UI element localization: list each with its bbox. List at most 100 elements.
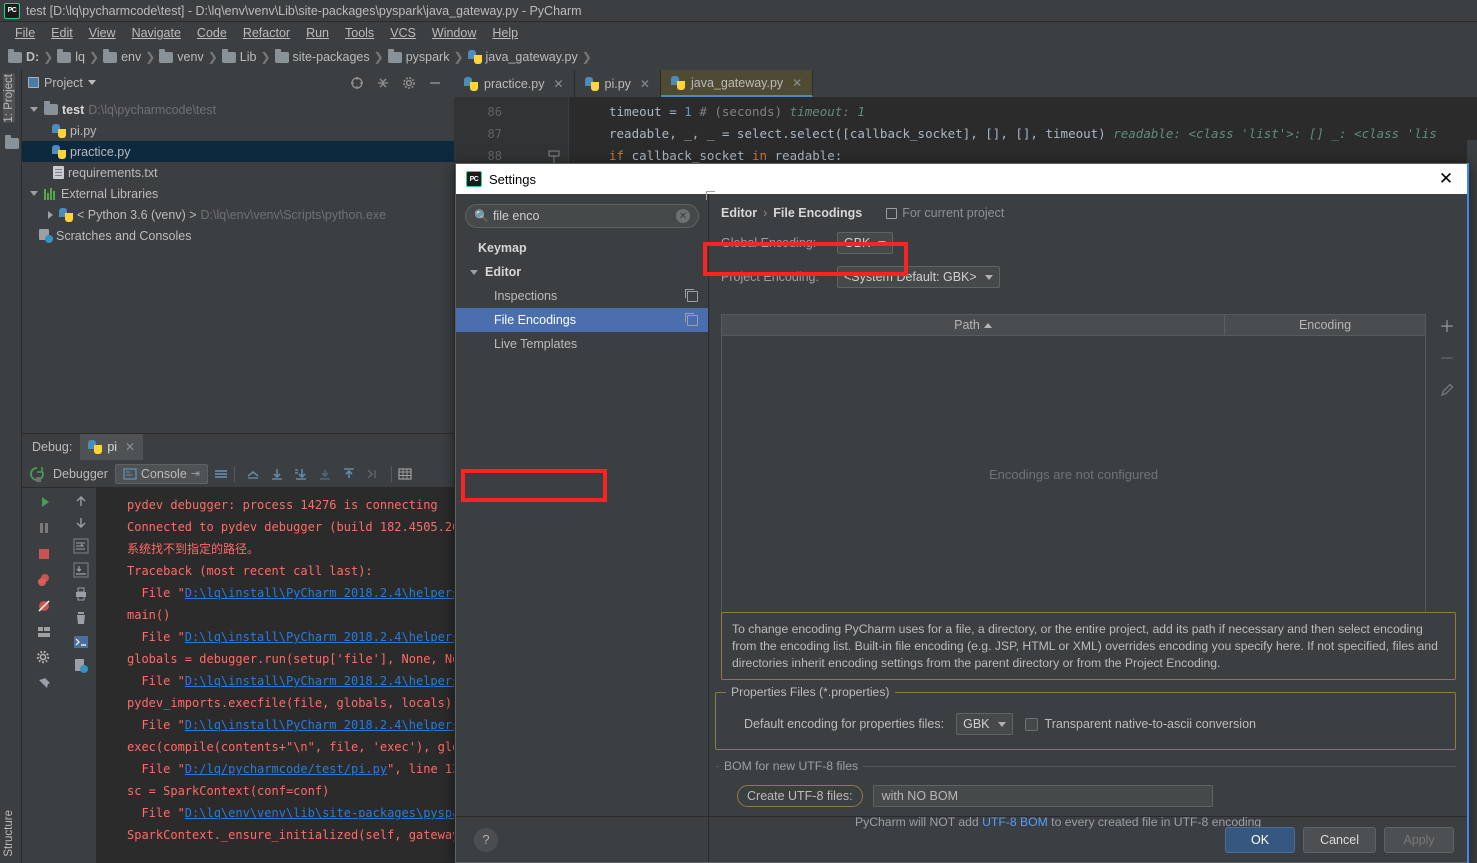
- close-icon[interactable]: ✕: [553, 77, 563, 91]
- close-icon[interactable]: ✕: [792, 76, 802, 90]
- menu-code[interactable]: Code: [189, 24, 235, 42]
- tree-node-pi-py[interactable]: pi.py: [22, 120, 454, 141]
- copy-settings-icon[interactable]: [685, 288, 698, 302]
- menu-vcs[interactable]: VCS: [382, 24, 424, 42]
- copy-settings-icon[interactable]: [685, 312, 698, 326]
- tab-console[interactable]: Console ⇥: [114, 463, 208, 484]
- clear-icon[interactable]: ✕: [676, 209, 690, 223]
- console-file-link[interactable]: D:\lq\install\PyCharm 2018.2.4\helpers\p…: [185, 586, 454, 600]
- tab-debugger[interactable]: Debugger: [46, 465, 115, 483]
- minimize-icon[interactable]: [428, 76, 442, 90]
- tree-node-test[interactable]: test D:\lq\pycharmcode\test: [22, 99, 454, 120]
- console-file-link[interactable]: D:\lq\install\PyCharm 2018.2.4\helpers\p…: [185, 718, 454, 732]
- tree-node-python-interpreter[interactable]: < Python 3.6 (venv) > D:\lq\env\venv\Scr…: [22, 204, 454, 225]
- ok-button[interactable]: OK: [1225, 826, 1296, 853]
- menu-window[interactable]: Window: [424, 24, 484, 42]
- breadcrumb-item-pyspark[interactable]: pyspark: [386, 48, 452, 64]
- sidebar-item-project[interactable]: 1: Project: [3, 74, 15, 123]
- remove-icon[interactable]: －: [1438, 348, 1456, 368]
- step-up-icon[interactable]: [342, 467, 356, 481]
- column-header-path[interactable]: Path: [722, 315, 1225, 335]
- help-button[interactable]: ?: [474, 827, 498, 852]
- pin-icon[interactable]: [34, 674, 54, 694]
- settings-item-inspections[interactable]: Inspections: [456, 284, 708, 308]
- console-file-link[interactable]: D:\lq\env\venv\lib\site-packages\pyspark…: [185, 806, 454, 820]
- menu-help[interactable]: Help: [484, 24, 526, 42]
- edit-icon[interactable]: [1438, 380, 1456, 398]
- expand-icon[interactable]: [376, 76, 390, 90]
- settings-item-keymap[interactable]: Keymap: [456, 236, 708, 260]
- print-icon[interactable]: [73, 586, 89, 602]
- chevron-down-icon[interactable]: [87, 80, 96, 85]
- close-icon[interactable]: ✕: [125, 440, 135, 454]
- console-file-link[interactable]: D:/lq/pycharmcode/test/pi.py: [185, 762, 387, 776]
- detach-icon[interactable]: ⇥: [191, 467, 200, 480]
- console-file-link[interactable]: D:\lq\install\PyCharm 2018.2.4\helpers\p…: [185, 630, 454, 644]
- project-panel-title[interactable]: Project: [28, 76, 96, 90]
- menu-run[interactable]: Run: [298, 24, 337, 42]
- breadcrumb-item-site-packages[interactable]: site-packages: [273, 48, 372, 64]
- down-arrow-icon[interactable]: [74, 516, 88, 530]
- soft-wrap-lines-icon[interactable]: [73, 538, 89, 554]
- checkbox-icon[interactable]: [1024, 717, 1038, 731]
- tree-node-requirements-txt[interactable]: requirements.txt: [22, 162, 454, 183]
- settings-item-live-templates[interactable]: Live Templates: [456, 332, 708, 356]
- project-encoding-combobox[interactable]: <System Default: GBK>: [837, 266, 1000, 288]
- collapse-icon[interactable]: [350, 76, 364, 90]
- chevron-down-icon[interactable]: [30, 107, 38, 112]
- settings-item-editor[interactable]: Editor: [456, 260, 708, 284]
- menu-refactor[interactable]: Refactor: [235, 24, 298, 42]
- breadcrumb-item-java-gateway[interactable]: java_gateway.py: [466, 50, 580, 64]
- debug-console-output[interactable]: pydev debugger: process 14276 is connect…: [96, 488, 454, 863]
- trash-icon[interactable]: [73, 610, 89, 626]
- menu-view[interactable]: View: [81, 24, 124, 42]
- history-icon[interactable]: [73, 658, 89, 674]
- resume-icon[interactable]: [34, 492, 54, 512]
- mute-breakpoints-icon[interactable]: [34, 596, 54, 616]
- up-arrow-icon[interactable]: [74, 494, 88, 508]
- scroll-down-icon[interactable]: [270, 467, 284, 481]
- tree-node-practice-py[interactable]: practice.py: [22, 141, 454, 162]
- settings-icon[interactable]: [34, 648, 54, 668]
- rerun-icon[interactable]: [28, 465, 46, 483]
- settings-search-box[interactable]: 🔍 file enco ✕: [465, 204, 699, 228]
- tree-node-external-libraries[interactable]: External Libraries: [22, 183, 454, 204]
- chevron-down-icon[interactable]: [470, 269, 478, 275]
- soft-wrap-icon[interactable]: [214, 467, 228, 481]
- encodings-table[interactable]: Path Encoding Encodings are not configur…: [721, 314, 1426, 614]
- close-icon[interactable]: ✕: [1424, 164, 1468, 194]
- menu-navigate[interactable]: Navigate: [124, 24, 189, 42]
- menu-edit[interactable]: Edit: [43, 24, 81, 42]
- close-icon[interactable]: ✕: [640, 77, 650, 91]
- gear-icon[interactable]: [402, 76, 416, 90]
- breadcrumb-item-d[interactable]: D:: [6, 48, 41, 64]
- terminal-icon[interactable]: [73, 634, 89, 650]
- layout-icon[interactable]: [34, 622, 54, 642]
- step-down-icon[interactable]: [318, 467, 332, 481]
- stop-icon[interactable]: [34, 544, 54, 564]
- breadcrumb-item-lib[interactable]: Lib: [220, 48, 259, 64]
- debug-session-tab-pi[interactable]: pi ✕: [80, 434, 144, 460]
- step-into-icon[interactable]: [294, 467, 308, 481]
- transparent-native-to-ascii-checkbox[interactable]: Transparent native-to-ascii conversion: [1024, 717, 1256, 731]
- breadcrumb-item-env[interactable]: env: [101, 48, 143, 64]
- table-icon[interactable]: [398, 467, 412, 481]
- cancel-button[interactable]: Cancel: [1303, 826, 1376, 853]
- menu-file[interactable]: File: [7, 24, 43, 42]
- add-icon[interactable]: ＋: [1438, 316, 1456, 336]
- breadcrumb-item-lq[interactable]: lq: [55, 48, 87, 64]
- global-encoding-combobox[interactable]: GBK: [837, 232, 894, 254]
- editor-tab-pi-py[interactable]: pi.py ✕: [575, 70, 661, 97]
- tree-node-scratches-and-consoles[interactable]: Scratches and Consoles: [22, 225, 454, 246]
- search-input[interactable]: file enco: [493, 209, 672, 223]
- clear-icon[interactable]: [366, 467, 380, 481]
- editor-tab-java-gateway-py[interactable]: java_gateway.py ✕: [660, 70, 814, 97]
- chevron-right-icon[interactable]: [48, 210, 53, 219]
- menu-tools[interactable]: Tools: [337, 24, 382, 42]
- scroll-to-end-icon[interactable]: [73, 562, 89, 578]
- view-breakpoints-icon[interactable]: [34, 570, 54, 590]
- breadcrumb-parent[interactable]: Editor: [721, 206, 757, 220]
- properties-default-encoding-combobox[interactable]: GBK: [956, 713, 1013, 735]
- console-file-link[interactable]: D:\lq\install\PyCharm 2018.2.4\helpers\p…: [185, 674, 454, 688]
- create-utf8-files-combobox[interactable]: with NO BOM: [872, 785, 1213, 807]
